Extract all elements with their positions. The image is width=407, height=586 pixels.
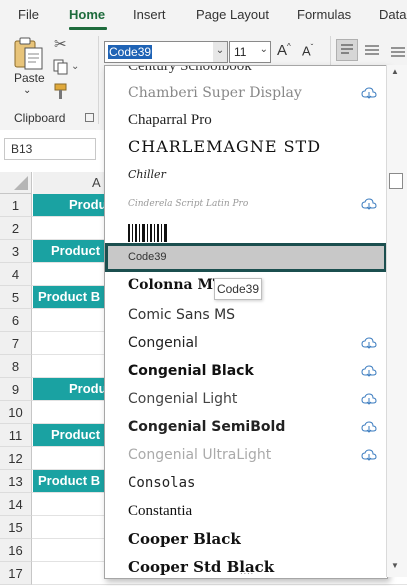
font-item-congenial-semibold[interactable]: Congenial SemiBold [105,413,387,441]
row-header-2[interactable]: 2 [0,217,32,240]
cloud-download-icon [361,449,377,461]
group-divider [98,36,99,124]
clipboard-group-label: Clipboard [14,111,66,125]
clipboard-launcher-icon[interactable] [85,113,94,122]
font-size-box[interactable]: 11 ⌄ [229,41,271,63]
row-header-3[interactable]: 3 [0,240,32,263]
row-header-11[interactable]: 11 [0,424,32,447]
row-header-12[interactable]: 12 [0,447,32,470]
product-cell-r11[interactable]: Product [33,424,105,446]
cloud-download-icon [361,421,377,433]
font-item-congenial[interactable]: Congenial [105,329,387,357]
cloud-download-icon [361,393,377,405]
align-top-button[interactable] [336,39,358,61]
row-header-14[interactable]: 14 [0,493,32,516]
font-dropdown-list[interactable]: Century Schoolbook Chamberi Super Displa… [104,65,388,579]
font-item-code39-selected[interactable]: Code39 [105,243,387,272]
scroll-down-icon[interactable]: ▼ [391,561,399,570]
paste-chevron-icon[interactable]: ⌄ [23,85,31,96]
row-header-15[interactable]: 15 [0,516,32,539]
dropdown-scrollbar[interactable]: ▲ ▼ [386,65,407,577]
align-middle-icon[interactable] [362,40,382,60]
tab-formulas[interactable]: Formulas [297,7,351,22]
font-item-comic-sans-ms[interactable]: Comic Sans MS [105,301,387,329]
cloud-download-icon [361,365,377,377]
font-name-box[interactable]: Code39 ⌄ [104,41,228,63]
font-item-chaparral-pro[interactable]: Chaparral Pro [105,106,387,134]
row-header-7[interactable]: 7 [0,332,32,355]
font-item-consolas[interactable]: Consolas [105,469,387,497]
font-item-constantia[interactable]: Constantia [105,497,387,525]
product-cell-r1[interactable]: Produ [33,194,105,216]
font-item-cooper-black[interactable]: Cooper Black [105,525,387,553]
row-header-16[interactable]: 16 [0,539,32,562]
product-cell-r13[interactable]: Product B [33,470,105,492]
font-name-dropdown-icon[interactable]: ⌄ [213,42,227,62]
font-item-chiller[interactable]: Chiller [105,161,387,189]
tab-file[interactable]: File [18,7,39,22]
font-item-code39-barcode-preview[interactable] [105,218,387,246]
font-item-charlemagne-std[interactable]: CHARLEMAGNE STD [105,133,387,161]
cloud-download-icon [361,87,377,99]
resize-grip-icon[interactable]: ∙∙∙∙ [240,569,260,578]
decrease-font-icon[interactable]: Aˇ [302,43,313,58]
tab-home[interactable]: Home [69,7,105,22]
font-item-chamberi-super-display[interactable]: Chamberi Super Display [105,79,387,107]
font-name-input[interactable]: Code39 [108,45,153,59]
cut-icon[interactable]: ✂ [54,35,67,53]
scroll-up-icon[interactable]: ▲ [391,67,399,76]
product-cell-r9[interactable]: Produ [33,378,105,400]
column-header-label: A [92,175,101,190]
select-all-corner[interactable] [0,172,32,194]
align-bottom-icon[interactable] [388,40,407,60]
product-cell-r3[interactable]: Product [33,240,105,262]
font-item-congenial-ultralight[interactable]: Congenial UltraLight [105,441,387,469]
font-size-dropdown-icon[interactable]: ⌄ [260,44,268,55]
tab-data[interactable]: Data [379,7,406,22]
product-cell-r5[interactable]: Product B [33,286,105,308]
cloud-download-icon [361,337,377,349]
row-header-4[interactable]: 4 [0,263,32,286]
font-item-cinderela-script-latin-pro[interactable]: Cinderela Script Latin Pro [105,190,387,218]
row-header-8[interactable]: 8 [0,355,32,378]
row-header-6[interactable]: 6 [0,309,32,332]
font-item-century-schoolbook[interactable]: Century Schoolbook [105,66,387,80]
font-size-input[interactable]: 11 [234,45,246,59]
row-header-13[interactable]: 13 [0,470,32,493]
tab-page-layout[interactable]: Page Layout [196,7,269,22]
copy-icon[interactable] [53,59,69,75]
row-header-10[interactable]: 10 [0,401,32,424]
tab-insert[interactable]: Insert [133,7,166,22]
name-box[interactable]: B13 [4,138,96,160]
scrollbar-thumb[interactable] [389,173,403,189]
row-gridline [32,584,407,585]
copy-chevron-icon[interactable]: ⌄ [71,61,79,72]
barcode-preview-icon [128,224,167,242]
increase-font-icon[interactable]: A^ [277,42,291,59]
row-header-1[interactable]: 1 [0,194,32,217]
font-item-congenial-light[interactable]: Congenial Light [105,385,387,413]
row-header-17[interactable]: 17 [0,562,32,585]
cloud-download-icon [361,198,377,210]
ribbon-tabs: File Home Insert Page Layout Formulas Da… [0,0,407,30]
row-header-5[interactable]: 5 [0,286,32,309]
paste-icon[interactable] [12,36,46,72]
row-header-9[interactable]: 9 [0,378,32,401]
font-item-congenial-black[interactable]: Congenial Black [105,357,387,385]
format-painter-icon[interactable] [53,82,71,100]
paste-button[interactable]: Paste [14,71,45,85]
font-tooltip: Code39 [214,278,262,300]
